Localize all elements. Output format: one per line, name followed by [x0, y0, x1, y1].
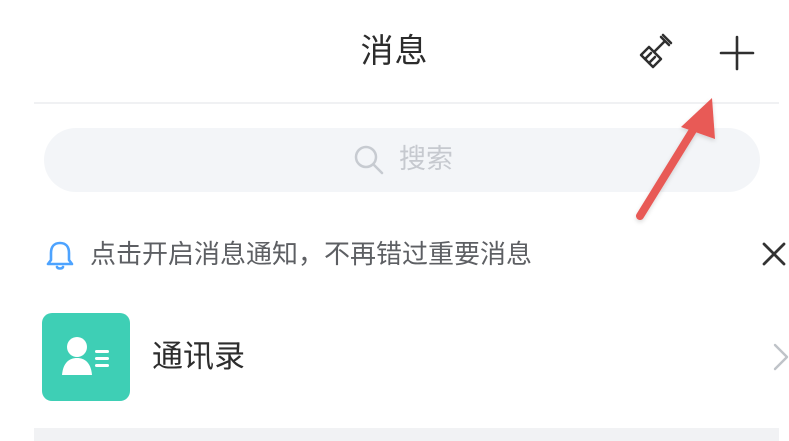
notification-banner[interactable]: 点击开启消息通知，不再错过重要消息	[34, 224, 786, 286]
broom-icon	[639, 33, 673, 69]
clear-unread-button[interactable]	[634, 28, 680, 74]
section-divider	[34, 428, 779, 441]
close-icon	[762, 242, 786, 266]
chevron-right-icon	[768, 339, 789, 375]
search-icon	[351, 142, 387, 178]
plus-icon	[719, 35, 755, 71]
add-button[interactable]	[712, 28, 762, 78]
contacts-label: 通讯录	[152, 339, 245, 375]
search-placeholder: 搜索	[399, 144, 453, 175]
notification-text: 点击开启消息通知，不再错过重要消息	[90, 240, 533, 270]
contacts-avatar	[42, 313, 130, 401]
app-header: 消息	[0, 0, 789, 104]
search-input[interactable]: 搜索	[44, 128, 760, 192]
contacts-entry[interactable]: 通讯录	[34, 304, 789, 410]
bell-icon	[42, 237, 78, 273]
close-notification-button[interactable]	[756, 236, 789, 272]
contacts-avatar-icon	[62, 337, 109, 375]
